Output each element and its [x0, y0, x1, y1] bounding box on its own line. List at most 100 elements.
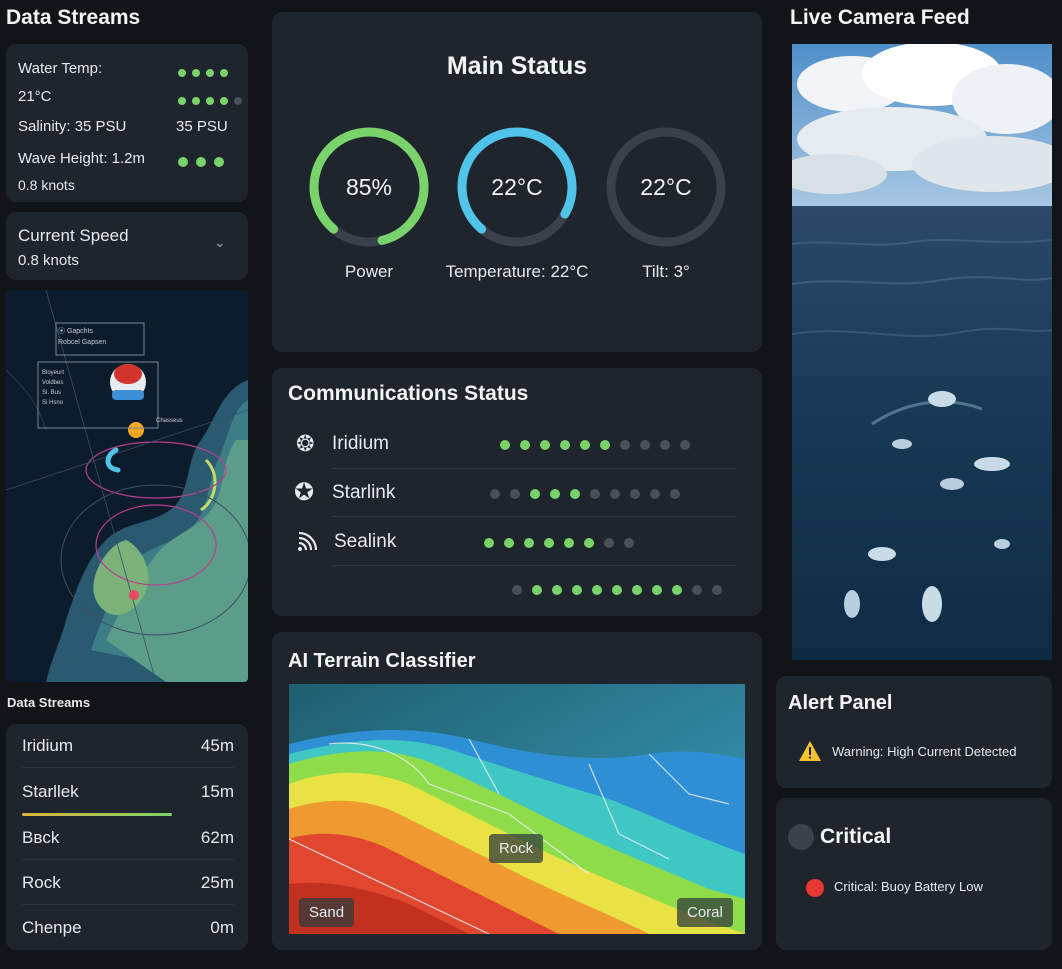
- row-value: 15m: [200, 782, 234, 801]
- wave-dots: [178, 154, 230, 171]
- signal-dot: [512, 585, 522, 595]
- terrain-label-sand: Sand: [299, 898, 355, 927]
- comm-sealink-label: Sealink: [334, 531, 397, 552]
- signal-dot: [604, 538, 614, 548]
- salinity-value: 35 PSU: [176, 118, 228, 135]
- extra-signal-dots: [512, 585, 732, 595]
- alert-panel-title: Alert Panel: [788, 692, 893, 714]
- current-speed-dropdown[interactable]: Current Speed 0.8 knots ⌄: [6, 212, 248, 280]
- signal-dot: [640, 440, 650, 450]
- legend-line: Voldbes: [42, 380, 64, 386]
- table-row[interactable]: Starllek 15m: [22, 770, 234, 814]
- legend-line: Si. Bus: [42, 390, 62, 396]
- chevron-down-icon: ⌄: [214, 234, 226, 250]
- signal-dot: [620, 440, 630, 450]
- signal-dot: [670, 489, 680, 499]
- streams-table: Iridium 45m Starllek 15m Bвck 62m Rock 25m C…: [6, 724, 248, 950]
- signal-dot: [600, 440, 610, 450]
- water-temp-value: 21°C: [18, 88, 52, 105]
- table-row[interactable]: Rock 25m: [22, 861, 234, 905]
- nautical-map: [6, 290, 248, 682]
- data-streams-list-title: Data Streams: [7, 695, 91, 710]
- signal-dot: [570, 489, 580, 499]
- signal-dot: [500, 440, 510, 450]
- signal-dot: [490, 489, 500, 499]
- communications-title: Communications Status: [288, 382, 529, 405]
- terrain-card: AI Terrain Classifier Rock Sand Coral: [272, 632, 762, 950]
- signal-dot: [590, 489, 600, 499]
- critical-status-icon: [788, 824, 814, 850]
- warning-message: Warning: High Current Detected: [832, 744, 1017, 759]
- divider: [332, 468, 737, 469]
- signal-dot: [524, 538, 534, 548]
- signal-dot: [560, 440, 570, 450]
- table-row[interactable]: Iridium 45m: [22, 724, 234, 768]
- table-row[interactable]: Chenpe 0m: [22, 906, 234, 950]
- ocean-image: [792, 44, 1052, 660]
- row-value: 45m: [200, 735, 234, 755]
- speed-value: 0.8 knots: [18, 177, 75, 193]
- signal-dot: [624, 538, 634, 548]
- signal-dot: [572, 585, 582, 595]
- signal-dot: [484, 538, 494, 548]
- map-legend-side: Bloyeurt Voldbes Si. Bus Si Hsno: [42, 368, 64, 408]
- divider: [332, 565, 737, 566]
- warning-icon: [798, 740, 822, 767]
- signal-dot: [650, 489, 660, 499]
- signal-dot: [504, 538, 514, 548]
- signal-dot: [520, 440, 530, 450]
- row-name: Bвck: [22, 827, 60, 847]
- signal-dot: [544, 538, 554, 548]
- signal-dot: [550, 489, 560, 499]
- table-row[interactable]: Bвck 62m: [22, 816, 234, 860]
- streams-card: Water Temp: 21°C Salinity: 35 PSU 35 PSU…: [6, 44, 248, 202]
- gauge-value: 22°C: [640, 174, 691, 200]
- sealink-signal-dots: [484, 538, 644, 548]
- terrain-title: AI Terrain Classifier: [288, 650, 476, 672]
- signal-dot: [532, 585, 542, 595]
- map-panel[interactable]: ⦿ Gapchts Robcel Gapsen Bloyeurt Voldbes…: [6, 290, 248, 682]
- salinity-dots: [178, 92, 248, 109]
- signal-dot: [580, 440, 590, 450]
- row-name: Rock: [22, 872, 61, 892]
- map-label: Chasseus: [156, 418, 183, 424]
- signal-dot: [610, 489, 620, 499]
- globe-icon: ❂: [296, 431, 315, 456]
- salinity-label: Salinity: 35 PSU: [18, 118, 127, 135]
- row-name: Chenpe: [22, 918, 82, 937]
- critical-message: Critical: Buoy Battery Low: [834, 879, 983, 894]
- signal-dot: [530, 489, 540, 499]
- critical-title: Critical: [820, 825, 892, 848]
- signal-dot: [564, 538, 574, 548]
- main-status-title: Main Status: [446, 52, 588, 80]
- row-name: Iridium: [22, 735, 74, 755]
- iridium-signal-dots: [500, 440, 700, 450]
- row-value: 25m: [200, 872, 234, 892]
- alert-panel: Alert Panel Warning: High Current Detect…: [776, 676, 1052, 788]
- wifi-icon: [296, 528, 320, 558]
- signal-dot: [632, 585, 642, 595]
- comm-iridium-label: Iridium: [332, 433, 390, 454]
- gauge-value: 85%: [346, 174, 392, 200]
- signal-dot: [652, 585, 662, 595]
- signal-dot: [612, 585, 622, 595]
- signal-dot: [712, 585, 722, 595]
- signal-dot: [630, 489, 640, 499]
- legend-line: Robcel Gapsen: [58, 339, 107, 346]
- signal-dot: [584, 538, 594, 548]
- terrain-map[interactable]: Rock Sand Coral: [289, 684, 745, 934]
- satellite-icon: ✪: [294, 479, 315, 506]
- legend-line: Si Hsno: [42, 400, 64, 406]
- main-status-card: Main Status 85% 22°C 22°C Power Temperatur…: [272, 12, 762, 352]
- gauge-value: 22°C: [491, 174, 542, 200]
- camera-title: Live Camera Feed: [790, 6, 970, 29]
- signal-dot: [540, 440, 550, 450]
- wave-height-label: Wave Height: 1.2m: [18, 150, 145, 167]
- legend-line: Bloyeurt: [42, 370, 65, 376]
- data-streams-title: Data Streams: [6, 6, 141, 29]
- camera-feed[interactable]: [792, 44, 1052, 660]
- water-temp-label: Water Temp:: [18, 60, 103, 77]
- row-name: Starllek: [22, 782, 79, 801]
- starlink-signal-dots: [490, 489, 690, 499]
- map-legend-top: ⦿ Gapchts Robcel Gapsen: [58, 326, 106, 348]
